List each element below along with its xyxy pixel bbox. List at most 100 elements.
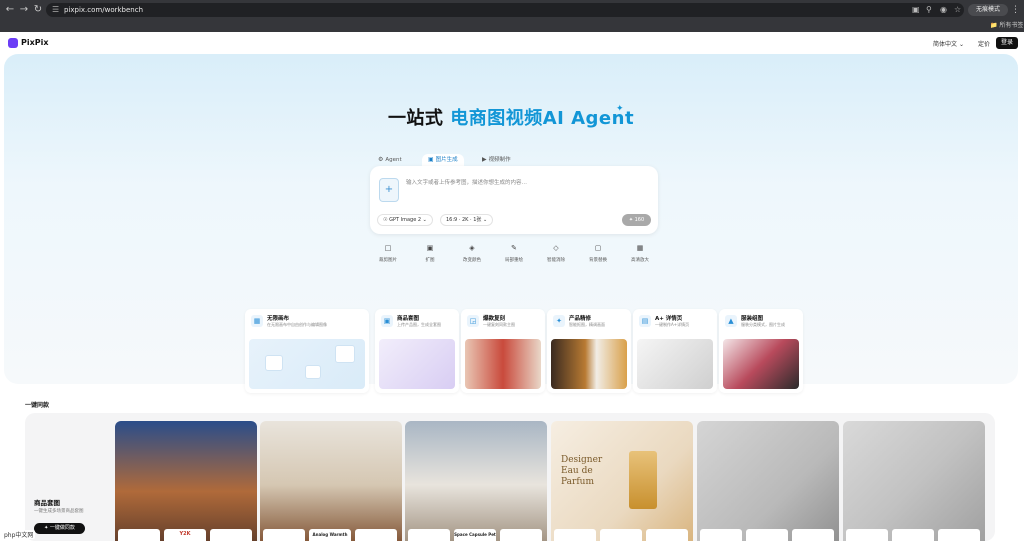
zoom-icon[interactable]: ⚲: [926, 5, 932, 15]
bookmark-star-icon[interactable]: ☆: [954, 5, 961, 15]
brush-icon: ✎: [511, 244, 517, 252]
thumb: [938, 529, 980, 541]
mode-tabs: ⚙ Agent ▣ 图片生成 ▶ 视频制作: [372, 154, 532, 166]
back-icon[interactable]: ←: [4, 4, 16, 16]
language-select[interactable]: 简体中文 ⌄: [933, 39, 964, 48]
clothing-icon: ▲: [725, 315, 737, 327]
thumb-strip: [554, 529, 690, 541]
address-bar[interactable]: ☰ pixpix.com/workbench ▣ ⚲ ◉ ☆: [46, 3, 964, 17]
background-icon: ▢: [594, 244, 602, 252]
thumb: [746, 529, 788, 541]
gallery-item-fashion[interactable]: Y2K: [115, 421, 257, 541]
tool-expand[interactable]: ▣ 扩图: [414, 242, 446, 263]
card-preview: [465, 339, 541, 389]
incognito-badge[interactable]: 无痕模式: [968, 4, 1008, 16]
translate-icon[interactable]: ▣: [912, 5, 920, 15]
gallery-subtitle: 一键生成多场景商品套图: [34, 509, 84, 514]
expand-icon: ▣: [426, 244, 434, 252]
card-subtitle: 一键复刻同款主图: [483, 322, 515, 327]
agent-icon: ⚙: [378, 156, 384, 163]
perfume-bottle: [629, 451, 657, 509]
tab-image-generation[interactable]: ▣ 图片生成: [422, 154, 464, 166]
site-info-icon[interactable]: ☰: [52, 5, 59, 14]
tool-label: 智能消除: [547, 258, 565, 263]
pricing-link[interactable]: 定价: [978, 39, 990, 48]
card-title: 爆款复刻: [483, 316, 506, 322]
card-subtitle: 智能抠图，精调画面: [569, 322, 605, 327]
logo-icon[interactable]: [8, 38, 18, 48]
browser-chrome: ← → ↻ ☰ pixpix.com/workbench ▣ ⚲ ◉ ☆ 无痕模…: [0, 0, 1024, 32]
prompt-input[interactable]: 输入文字或者上传参考图，描述你想生成的内容…: [406, 178, 527, 186]
card-subtitle: 服装分类模式，图片生成: [741, 322, 785, 327]
thumb: [118, 529, 160, 541]
tool-erase[interactable]: ◇ 智能消除: [540, 242, 572, 263]
settings-select[interactable]: 16:9 · 2K · 1张 ⌄: [440, 214, 494, 226]
gallery-item-perfume[interactable]: Designer Eau de Parfum: [551, 421, 693, 541]
model-select[interactable]: ☉ GPT Image 2 ⌄: [377, 214, 433, 226]
tab-label: Agent: [385, 157, 402, 163]
canvas-icon: ▦: [251, 315, 263, 327]
tool-label: 高清放大: [631, 258, 649, 263]
thumb-strip: [846, 529, 982, 541]
prompt-box: + 输入文字或者上传参考图，描述你想生成的内容… ☉ GPT Image 2 ⌄…: [370, 166, 658, 234]
title-prefix: 一站式: [387, 108, 444, 129]
tool-label: 裁剪图片: [379, 258, 397, 263]
perfume-headline: Designer Eau de Parfum: [561, 455, 603, 487]
card-preview: [723, 339, 799, 389]
gallery-item-turntable[interactable]: Analog Warmth: [260, 421, 402, 541]
thumb-strip: Space Capsule Pet Carrier: [408, 529, 544, 541]
tab-label: 视频制作: [488, 157, 511, 163]
sparkle-icon: ✦: [44, 525, 49, 531]
generate-button[interactable]: ✦ 160: [622, 214, 651, 226]
all-bookmarks-label: 所有书签: [999, 22, 1024, 29]
tool-color[interactable]: ◈ 改变颜色: [456, 242, 488, 263]
thumb: [600, 529, 642, 541]
all-bookmarks[interactable]: 📁 所有书签: [990, 20, 1023, 29]
tab-label: 图片生成: [435, 157, 458, 163]
tool-upscale[interactable]: ▦ 高清放大: [624, 242, 656, 263]
eraser-icon: ◇: [553, 244, 559, 252]
card-a-plus-detail[interactable]: ▤ A+ 详情页 一键制作A+详情页: [633, 309, 717, 393]
feature-cards: ▦ 无限画布 在无限画布中自由创作与编辑图像 ▣ 商品套图 上传产品图，生成全套…: [245, 309, 806, 393]
card-infinite-canvas[interactable]: ▦ 无限画布 在无限画布中自由创作与编辑图像: [245, 309, 369, 393]
eye-off-icon[interactable]: ◉: [940, 5, 947, 15]
site-header: PixPix 简体中文 ⌄ 定价 登录: [0, 32, 1024, 54]
tool-label: 背景替换: [589, 258, 607, 263]
card-subtitle: 在无限画布中自由创作与编辑图像: [267, 322, 327, 327]
gallery-item-hair-dryer[interactable]: [697, 421, 839, 541]
thumb: Space Capsule Pet Carrier: [454, 529, 496, 541]
tool-crop[interactable]: □ 裁剪图片: [372, 242, 404, 263]
card-bestseller-copy[interactable]: ◲ 爆款复刻 一键复刻同款主图: [461, 309, 545, 393]
tab-agent[interactable]: ⚙ Agent: [372, 154, 408, 166]
thumb: [846, 529, 888, 541]
reload-icon[interactable]: ↻: [32, 4, 44, 16]
logo-text[interactable]: PixPix: [21, 38, 49, 48]
thumb-strip: Analog Warmth: [263, 529, 399, 541]
settings-label: 16:9 · 2K · 1张: [446, 217, 482, 223]
card-product-set[interactable]: ▣ 商品套图 上传产品图，生成全套图: [375, 309, 459, 393]
card-product-retouch[interactable]: ✦ 产品精修 智能抠图，精调画面: [547, 309, 631, 393]
language-label: 简体中文: [933, 41, 958, 48]
model-icon: ☉: [383, 217, 388, 223]
title-highlight: 电商图视频AI Agent: [450, 108, 635, 129]
card-clothing-set[interactable]: ▲ 服装组图 服装分类模式，图片生成: [719, 309, 803, 393]
upload-button[interactable]: +: [379, 178, 399, 202]
card-subtitle: 上传产品图，生成全套图: [397, 322, 441, 327]
card-title: 服装组图: [741, 316, 764, 322]
card-preview: [379, 339, 455, 389]
browser-menu-icon[interactable]: ⋮: [1011, 4, 1020, 16]
gallery-item-earbuds[interactable]: [843, 421, 985, 541]
thumb: [700, 529, 742, 541]
gallery-item-pet-backpack[interactable]: Space Capsule Pet Carrier: [405, 421, 547, 541]
upscale-icon: ▦: [636, 244, 644, 252]
chevron-down-icon: ⌄: [958, 41, 964, 48]
thumb: [210, 529, 252, 541]
tool-background[interactable]: ▢ 背景替换: [582, 242, 614, 263]
login-button[interactable]: 登录: [996, 37, 1018, 49]
tab-video[interactable]: ▶ 视频制作: [476, 154, 517, 166]
product-icon: ▣: [381, 315, 393, 327]
tool-inpaint[interactable]: ✎ 局部重绘: [498, 242, 530, 263]
forward-icon[interactable]: →: [18, 4, 30, 16]
thumb: [355, 529, 397, 541]
make-same-button[interactable]: ✦ 一键做同款: [34, 523, 85, 534]
